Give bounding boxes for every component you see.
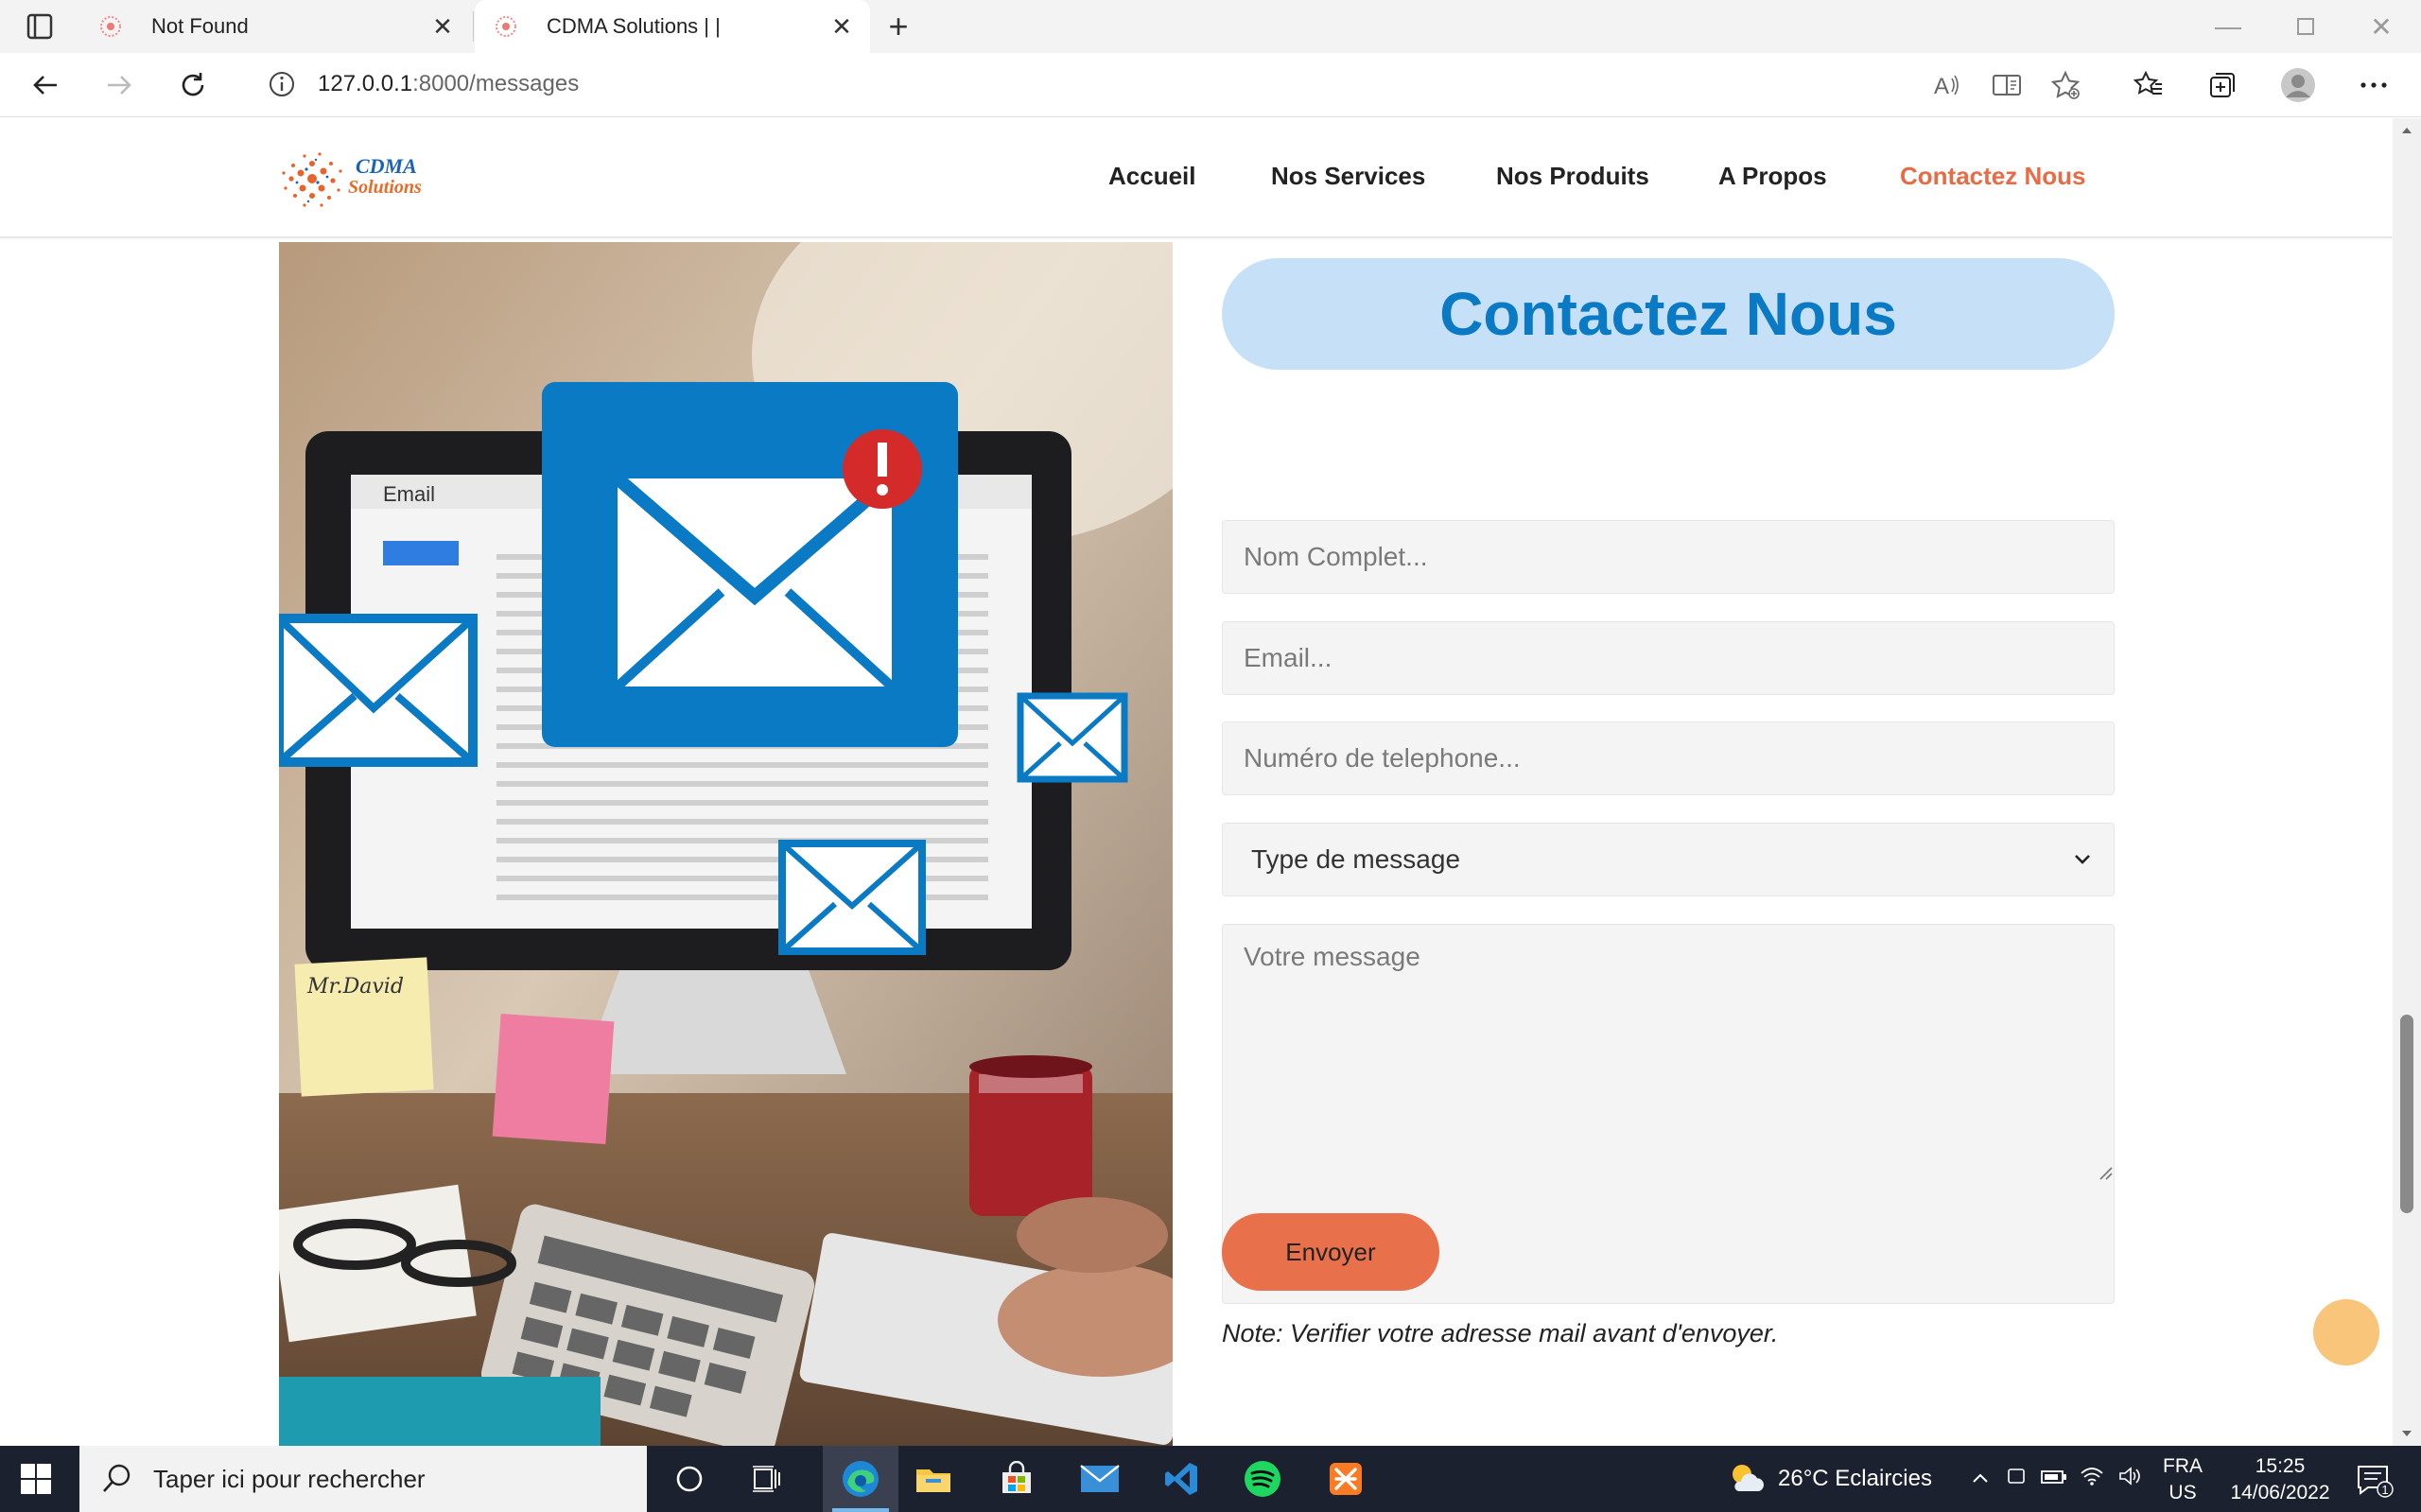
close-window-icon[interactable]: ✕ (2353, 6, 2410, 47)
clock-time: 15:25 (2255, 1455, 2306, 1477)
edge-running-indicator (832, 1508, 889, 1512)
keyboard-layout: US (2168, 1482, 2197, 1503)
contact-illustration: Email Mr.David (279, 242, 1173, 1446)
cortana-icon[interactable] (666, 1455, 713, 1503)
send-button[interactable]: Envoyer (1222, 1213, 1439, 1291)
url-text[interactable]: 127.0.0.1:8000/messages (318, 71, 579, 97)
read-aloud-icon[interactable]: A (1924, 62, 1969, 108)
weather-text: 26°C Eclaircies (1778, 1466, 1932, 1491)
refresh-icon[interactable] (170, 62, 216, 108)
mail-icon[interactable] (1076, 1455, 1123, 1503)
weather-widget[interactable]: 26°C Eclaircies (1727, 1446, 1932, 1512)
logo-dots-icon (282, 152, 342, 207)
input-language[interactable]: FRA US (2162, 1453, 2203, 1506)
resize-handle-icon[interactable] (2098, 1165, 2113, 1180)
forward-arrow-icon[interactable] (96, 62, 142, 108)
tab-cdma-solutions[interactable]: CDMA Solutions | | ✕ (475, 0, 870, 53)
microsoft-store-icon[interactable] (993, 1455, 1040, 1503)
edge-browser-icon[interactable] (837, 1455, 884, 1503)
tab-title: CDMA Solutions | | (547, 14, 721, 38)
address-bar[interactable]: 127.0.0.1:8000/messages (238, 61, 2101, 108)
show-hidden-icons-chevron-icon[interactable] (1963, 1469, 1997, 1490)
back-arrow-icon[interactable] (23, 62, 68, 108)
scroll-up-arrow-icon[interactable] (2398, 122, 2415, 139)
new-tab-icon[interactable]: + (880, 7, 917, 45)
nav-link-a-propos[interactable]: A Propos (1718, 162, 1827, 191)
windows-taskbar: Taper ici pour rechercher 26°C Eclaircie… (0, 1446, 2421, 1512)
scroll-down-arrow-icon[interactable] (2398, 1425, 2415, 1442)
logo-text-line2: Solutions (348, 177, 422, 198)
web-page: CDMA Solutions Accueil Nos Services Nos … (0, 118, 2393, 1446)
nav-link-accueil[interactable]: Accueil (1108, 162, 1196, 191)
minimize-icon[interactable]: — (2200, 6, 2256, 47)
cdma-favicon-icon (496, 16, 516, 37)
volume-icon[interactable] (2111, 1466, 2149, 1492)
email-desk-illustration: Email Mr.David (279, 242, 1173, 1446)
tab-title: Not Found (151, 14, 249, 38)
file-explorer-icon[interactable] (910, 1455, 957, 1503)
system-tray (1963, 1446, 2149, 1512)
sticky-note-text: Mr.David (306, 975, 404, 999)
notification-count: 1 (2381, 1483, 2388, 1497)
message-type-select[interactable]: Type de message (1222, 823, 2115, 896)
scroll-thumb[interactable] (2400, 1015, 2413, 1213)
page-scrollbar[interactable] (2393, 118, 2421, 1446)
close-tab-icon[interactable]: ✕ (823, 8, 861, 45)
notification-center-icon[interactable]: 1 (2353, 1459, 2395, 1501)
profile-avatar-icon[interactable] (2275, 62, 2321, 108)
partly-cloudy-icon (1733, 1465, 1764, 1491)
nav-link-contactez-nous[interactable]: Contactez Nous (1900, 162, 2085, 191)
spotify-icon[interactable] (1239, 1455, 1286, 1503)
phone-field[interactable] (1222, 721, 2115, 795)
favorites-icon[interactable] (2126, 62, 2171, 108)
browser-nav-bar: 127.0.0.1:8000/messages A (0, 53, 2421, 117)
email-field[interactable] (1222, 621, 2115, 695)
windows-start-icon[interactable] (19, 1462, 53, 1496)
clock-date: 14/06/2022 (2230, 1482, 2330, 1503)
contact-title-pill: Contactez Nous (1222, 258, 2115, 370)
tab-divider (473, 11, 474, 42)
search-placeholder: Taper ici pour rechercher (153, 1464, 426, 1493)
cdma-favicon-icon (100, 16, 121, 37)
taskbar-clock[interactable]: 15:25 14/06/2022 (2219, 1453, 2342, 1506)
collections-icon[interactable] (2200, 62, 2245, 108)
taskbar-search-box[interactable]: Taper ici pour rechercher (79, 1446, 647, 1512)
form-note: Note: Verifier votre adresse mail avant … (1222, 1319, 1779, 1347)
maximize-icon[interactable] (2277, 6, 2334, 47)
more-options-icon[interactable] (2351, 62, 2396, 108)
nav-link-nos-services[interactable]: Nos Services (1271, 162, 1425, 191)
cdma-logo[interactable]: CDMA Solutions (278, 147, 439, 213)
language-code: FRA (2163, 1455, 2203, 1477)
add-favorite-icon[interactable] (2043, 62, 2088, 108)
wifi-icon[interactable] (2073, 1466, 2111, 1492)
floating-action-button[interactable] (2313, 1299, 2379, 1365)
email-window-title: Email (383, 482, 435, 506)
logo-text-line1: CDMA (356, 154, 417, 178)
tab-not-found[interactable]: Not Found ✕ (79, 0, 471, 53)
svg-text:A: A (1934, 74, 1949, 99)
site-header: CDMA Solutions Accueil Nos Services Nos … (0, 118, 2393, 238)
immersive-reader-icon[interactable] (1984, 62, 2029, 108)
browser-tab-bar: Not Found ✕ CDMA Solutions | | ✕ + — ✕ (0, 0, 2421, 53)
chevron-down-icon (2075, 855, 2090, 864)
name-field[interactable] (1222, 520, 2115, 594)
site-info-icon[interactable] (267, 69, 297, 99)
message-type-selected: Type de message (1251, 844, 1461, 874)
close-tab-icon[interactable]: ✕ (424, 8, 462, 45)
vscode-icon[interactable] (1158, 1455, 1205, 1503)
tab-actions-icon[interactable] (21, 11, 59, 42)
search-icon (103, 1464, 131, 1492)
meet-now-icon[interactable] (1997, 1466, 2035, 1492)
xampp-icon[interactable] (1322, 1455, 1369, 1503)
battery-icon[interactable] (2035, 1469, 2073, 1490)
task-view-icon[interactable] (743, 1455, 791, 1503)
nav-link-nos-produits[interactable]: Nos Produits (1496, 162, 1649, 191)
